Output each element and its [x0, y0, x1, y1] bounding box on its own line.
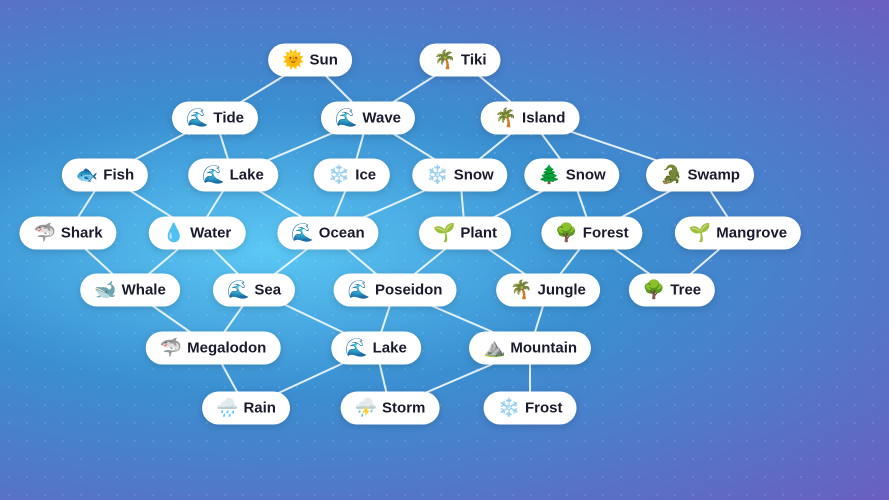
mountain-icon: ⛰️: [483, 338, 505, 359]
frost-label: Frost: [525, 400, 563, 417]
node-ocean: 🌊 Ocean: [277, 217, 378, 250]
node-swamp: 🐊 Swamp: [646, 159, 754, 192]
snow1-label: Snow: [454, 167, 494, 184]
tiki-icon: 🌴: [434, 50, 456, 71]
node-water: 💧 Water: [149, 217, 246, 250]
snow1-icon: ❄️: [426, 165, 448, 186]
node-plant: 🌱 Plant: [419, 217, 511, 250]
node-mountain: ⛰️ Mountain: [469, 332, 591, 365]
node-poseidon: 🌊 Poseidon: [334, 274, 457, 307]
water-icon: 💧: [163, 223, 185, 244]
node-lake1: 🌊 Lake: [188, 159, 278, 192]
forest-label: Forest: [583, 225, 629, 242]
node-ice: ❄️ Ice: [314, 159, 390, 192]
forest-icon: 🌳: [555, 223, 577, 244]
node-sun: 🌞 Sun: [268, 44, 352, 77]
node-storm: ⛈️ Storm: [341, 392, 440, 425]
megalodon-icon: 🦈: [160, 338, 182, 359]
storm-label: Storm: [382, 400, 425, 417]
plant-label: Plant: [460, 225, 497, 242]
swamp-icon: 🐊: [660, 165, 682, 186]
island-label: Island: [522, 110, 565, 127]
rain-icon: 🌧️: [216, 398, 238, 419]
tree-label: Tree: [670, 282, 701, 299]
frost-icon: ❄️: [498, 398, 520, 419]
node-lake2: 🌊 Lake: [331, 332, 421, 365]
node-island: 🌴 Island: [481, 102, 580, 135]
island-icon: 🌴: [495, 108, 517, 129]
tide-icon: 🌊: [186, 108, 208, 129]
node-megalodon: 🦈 Megalodon: [146, 332, 281, 365]
water-label: Water: [190, 225, 231, 242]
sea-label: Sea: [254, 282, 281, 299]
poseidon-label: Poseidon: [375, 282, 443, 299]
wave-icon: 🌊: [335, 108, 357, 129]
node-shark: 🦈 Shark: [19, 217, 116, 250]
fish-label: Fish: [103, 167, 134, 184]
whale-label: Whale: [122, 282, 166, 299]
node-forest: 🌳 Forest: [541, 217, 642, 250]
lake1-icon: 🌊: [202, 165, 224, 186]
plant-icon: 🌱: [433, 223, 455, 244]
shark-label: Shark: [61, 225, 103, 242]
wave-label: Wave: [362, 110, 401, 127]
node-mangrove: 🌱 Mangrove: [675, 217, 801, 250]
node-tiki: 🌴 Tiki: [420, 44, 501, 77]
node-frost: ❄️ Frost: [484, 392, 577, 425]
node-snow1: ❄️ Snow: [412, 159, 507, 192]
node-sea: 🌊 Sea: [213, 274, 295, 307]
snow2-icon: 🌲: [538, 165, 560, 186]
lake2-icon: 🌊: [345, 338, 367, 359]
node-jungle: 🌴 Jungle: [496, 274, 600, 307]
node-tide: 🌊 Tide: [172, 102, 258, 135]
megalodon-label: Megalodon: [187, 340, 266, 357]
ocean-icon: 🌊: [291, 223, 313, 244]
node-tree: 🌳 Tree: [629, 274, 715, 307]
snow2-label: Snow: [566, 167, 606, 184]
shark-icon: 🦈: [33, 223, 55, 244]
rain-label: Rain: [243, 400, 276, 417]
jungle-label: Jungle: [538, 282, 586, 299]
node-snow2: 🌲 Snow: [524, 159, 619, 192]
ocean-label: Ocean: [319, 225, 365, 242]
lake2-label: Lake: [373, 340, 407, 357]
node-whale: 🐋 Whale: [80, 274, 180, 307]
sea-icon: 🌊: [227, 280, 249, 301]
mangrove-label: Mangrove: [716, 225, 787, 242]
ice-icon: ❄️: [328, 165, 350, 186]
node-fish: 🐟 Fish: [62, 159, 148, 192]
swamp-label: Swamp: [687, 167, 740, 184]
tree-icon: 🌳: [643, 280, 665, 301]
poseidon-icon: 🌊: [348, 280, 370, 301]
storm-icon: ⛈️: [355, 398, 377, 419]
ice-label: Ice: [355, 167, 376, 184]
mountain-label: Mountain: [510, 340, 577, 357]
fish-icon: 🐟: [76, 165, 98, 186]
sun-icon: 🌞: [282, 50, 304, 71]
tide-label: Tide: [213, 110, 244, 127]
sun-label: Sun: [310, 52, 338, 69]
whale-icon: 🐋: [94, 280, 116, 301]
tiki-label: Tiki: [461, 52, 487, 69]
jungle-icon: 🌴: [510, 280, 532, 301]
lake1-label: Lake: [230, 167, 264, 184]
mangrove-icon: 🌱: [689, 223, 711, 244]
node-rain: 🌧️ Rain: [202, 392, 290, 425]
node-wave: 🌊 Wave: [321, 102, 415, 135]
